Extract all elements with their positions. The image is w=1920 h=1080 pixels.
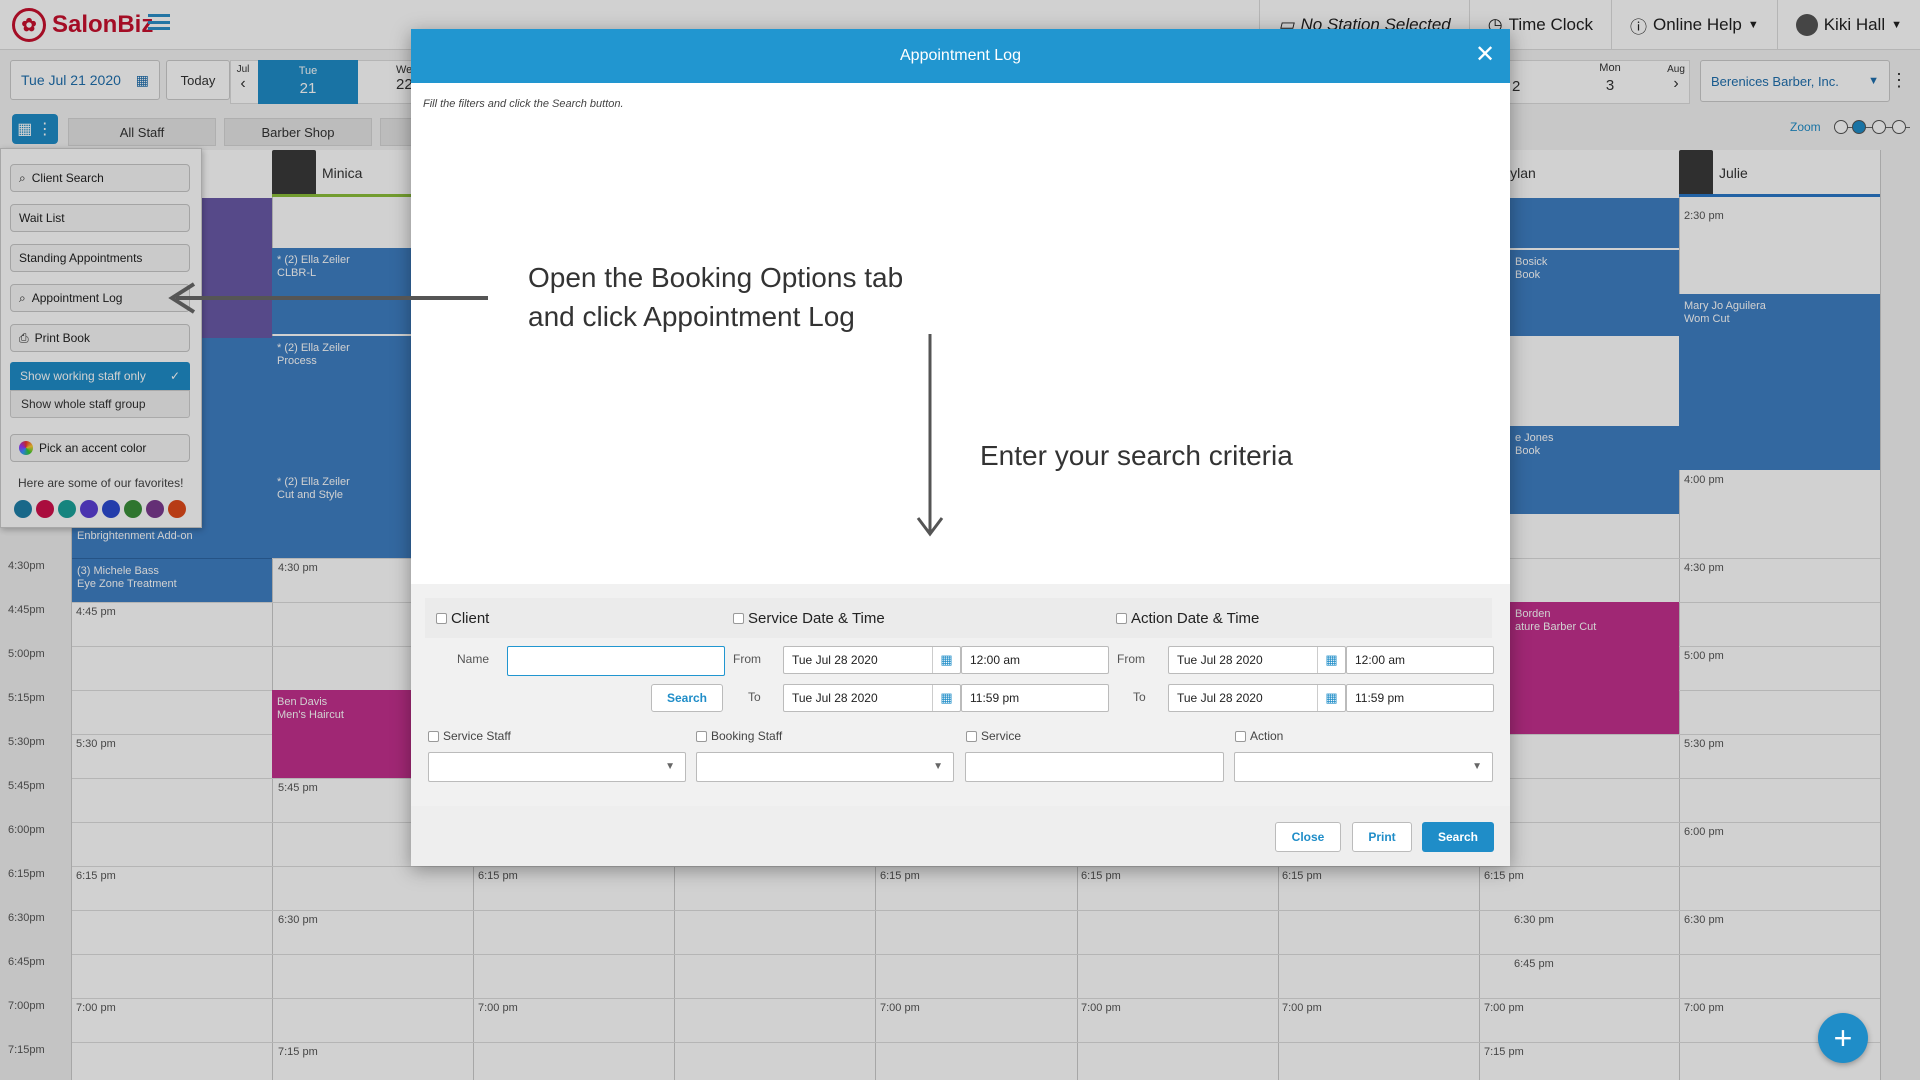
booking-staff-checkbox[interactable]: Booking Staff bbox=[696, 729, 782, 743]
to-label: To bbox=[748, 690, 761, 704]
action-datetime-checkbox[interactable]: Action Date & Time bbox=[1116, 610, 1259, 627]
action-to-time[interactable]: 11:59 pm bbox=[1346, 684, 1494, 712]
client-filter-checkbox[interactable]: Client bbox=[436, 610, 489, 627]
print-button[interactable]: Print bbox=[1352, 822, 1412, 852]
dialog-hint: Fill the filters and click the Search bu… bbox=[423, 98, 624, 110]
arrow-down-icon bbox=[916, 334, 944, 537]
action-select[interactable]: ▼ bbox=[1234, 752, 1493, 782]
service-input[interactable] bbox=[965, 752, 1224, 782]
checkbox[interactable] bbox=[436, 613, 447, 624]
arrow-left-icon bbox=[168, 282, 488, 314]
checkbox[interactable] bbox=[733, 613, 744, 624]
client-name-input[interactable] bbox=[507, 646, 725, 676]
add-appointment-button[interactable]: + bbox=[1818, 1013, 1868, 1063]
search-button[interactable]: Search bbox=[1422, 822, 1494, 852]
plus-icon: + bbox=[1833, 1019, 1853, 1056]
service-from-date[interactable]: Tue Jul 28 2020 ▦ bbox=[783, 646, 961, 674]
action-checkbox[interactable]: Action bbox=[1235, 729, 1283, 743]
close-button[interactable]: Close bbox=[1275, 822, 1341, 852]
client-search-small-button[interactable]: Search bbox=[651, 684, 723, 712]
caret-down-icon: ▼ bbox=[665, 761, 675, 772]
action-to-date[interactable]: Tue Jul 28 2020 ▦ bbox=[1168, 684, 1346, 712]
from-label: From bbox=[1117, 652, 1145, 666]
calendar-icon[interactable]: ▦ bbox=[1317, 685, 1345, 711]
service-to-date[interactable]: Tue Jul 28 2020 ▦ bbox=[783, 684, 961, 712]
calendar-icon[interactable]: ▦ bbox=[932, 647, 960, 673]
dialog-footer bbox=[411, 806, 1510, 866]
checkbox[interactable] bbox=[966, 730, 977, 742]
service-from-time[interactable]: 12:00 am bbox=[961, 646, 1109, 674]
caret-down-icon: ▼ bbox=[933, 761, 943, 772]
annotation-step-2: Enter your search criteria bbox=[980, 440, 1293, 471]
to-label: To bbox=[1133, 690, 1146, 704]
calendar-icon[interactable]: ▦ bbox=[1317, 647, 1345, 673]
booking-staff-select[interactable]: ▼ bbox=[696, 752, 954, 782]
checkbox[interactable] bbox=[1235, 730, 1246, 742]
checkbox[interactable] bbox=[1116, 613, 1127, 624]
service-to-time[interactable]: 11:59 pm bbox=[961, 684, 1109, 712]
service-checkbox[interactable]: Service bbox=[966, 729, 1021, 743]
action-from-time[interactable]: 12:00 am bbox=[1346, 646, 1494, 674]
calendar-icon[interactable]: ▦ bbox=[932, 685, 960, 711]
annotation-step-1: Open the Booking Options tab and click A… bbox=[528, 262, 904, 332]
dialog-title: Appointment Log bbox=[411, 29, 1510, 83]
filter-header bbox=[425, 598, 1492, 638]
action-from-date[interactable]: Tue Jul 28 2020 ▦ bbox=[1168, 646, 1346, 674]
close-icon[interactable]: ✕ bbox=[1472, 40, 1498, 70]
checkbox[interactable] bbox=[696, 730, 707, 742]
checkbox[interactable] bbox=[428, 730, 439, 742]
service-datetime-checkbox[interactable]: Service Date & Time bbox=[733, 610, 885, 627]
service-staff-select[interactable]: ▼ bbox=[428, 752, 686, 782]
service-staff-checkbox[interactable]: Service Staff bbox=[428, 729, 511, 743]
name-label: Name bbox=[457, 652, 490, 666]
caret-down-icon: ▼ bbox=[1472, 761, 1482, 772]
from-label: From bbox=[733, 652, 761, 666]
